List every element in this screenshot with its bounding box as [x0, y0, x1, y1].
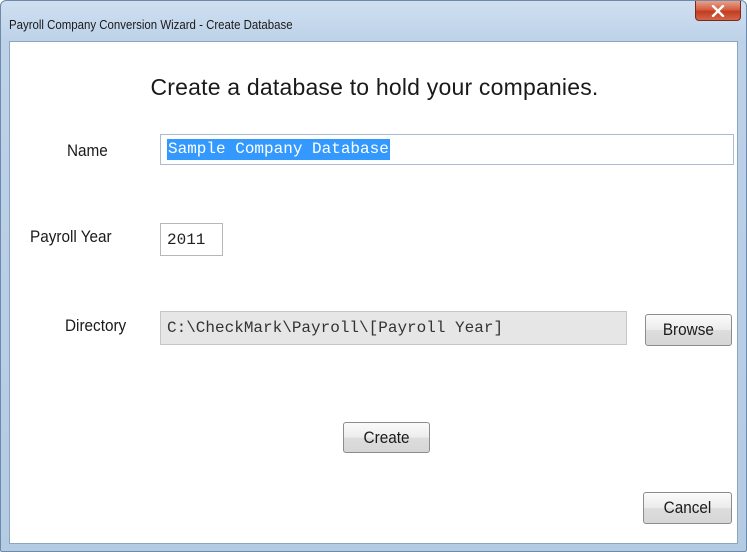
create-button-label: Create [363, 427, 410, 447]
wizard-window: Payroll Company Conversion Wizard - Crea… [0, 0, 747, 552]
payroll-year-field[interactable]: 2011 [160, 223, 223, 256]
name-field-value: Sample Company Database [167, 139, 390, 160]
window-title: Payroll Company Conversion Wizard - Crea… [9, 17, 293, 32]
title-bar[interactable]: Payroll Company Conversion Wizard - Crea… [1, 1, 746, 41]
cancel-button[interactable]: Cancel [643, 492, 732, 524]
close-button[interactable] [695, 1, 741, 21]
payroll-year-value: 2011 [167, 230, 206, 249]
directory-field: C:\CheckMark\Payroll\[Payroll Year] [160, 311, 627, 345]
browse-button[interactable]: Browse [645, 314, 732, 346]
directory-label: Directory [65, 316, 127, 335]
name-field[interactable]: Sample Company Database [160, 134, 734, 165]
name-label: Name [67, 141, 108, 160]
directory-value: C:\CheckMark\Payroll\[Payroll Year] [167, 319, 504, 337]
close-icon [711, 4, 725, 17]
browse-button-label: Browse [662, 320, 715, 339]
cancel-button-label: Cancel [663, 498, 712, 517]
dialog-body: Create a database to hold your companies… [9, 41, 738, 544]
payroll-year-label: Payroll Year [30, 227, 112, 246]
create-button[interactable]: Create [343, 422, 430, 453]
page-title: Create a database to hold your companies… [150, 74, 599, 100]
